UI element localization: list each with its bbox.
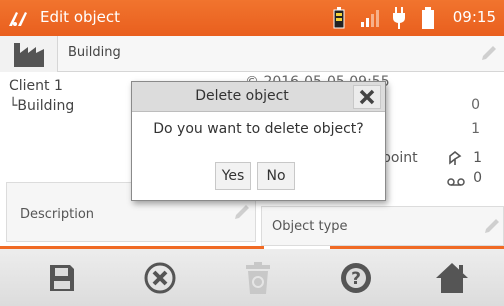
save-button[interactable] — [40, 257, 84, 299]
no-button[interactable]: No — [257, 162, 295, 190]
close-icon — [359, 89, 375, 105]
dialog-title: Delete object — [195, 88, 289, 104]
home-icon — [436, 263, 468, 293]
screen-title: Edit object — [40, 8, 121, 26]
edit-type-pencil-icon[interactable] — [483, 217, 501, 239]
recording-icon — [447, 172, 465, 191]
signal-icon — [360, 7, 380, 33]
device-battery-icon — [333, 7, 345, 33]
dialog-title-bar: Delete object — [132, 82, 385, 112]
tree-building[interactable]: └Building — [9, 98, 74, 114]
dialog-message: Do you want to delete object? — [153, 121, 364, 137]
status-bar: Edit object 09:15 — [0, 0, 504, 36]
edit-description-pencil-icon[interactable] — [233, 203, 251, 225]
power-plug-icon — [392, 7, 406, 33]
yes-button[interactable]: Yes — [215, 162, 251, 190]
measurement-point-count: 1 — [473, 150, 482, 166]
object-type-field[interactable]: Object type — [261, 206, 504, 246]
delete-icon — [246, 262, 270, 294]
tree-client[interactable]: Client 1 — [9, 78, 63, 94]
delete-object-dialog: Delete object Do you want to delete obje… — [131, 81, 386, 201]
object-count: 1 — [471, 121, 480, 137]
measurement-point-icon — [447, 150, 463, 170]
bottom-toolbar: ? — [0, 249, 504, 306]
home-button[interactable] — [430, 257, 474, 299]
cancel-icon — [144, 262, 176, 294]
cancel-button[interactable] — [138, 257, 182, 299]
object-type-label: Object type — [272, 219, 348, 234]
clock: 09:15 — [452, 8, 496, 26]
object-header: Building — [0, 36, 504, 72]
help-button[interactable]: ? — [334, 257, 378, 299]
object-name: Building — [68, 45, 121, 60]
subobject-count: 0 — [471, 97, 480, 113]
recording-count: 0 — [473, 170, 482, 186]
meter-probe-icon — [6, 6, 30, 30]
delete-button[interactable] — [236, 257, 280, 299]
help-icon: ? — [341, 263, 371, 293]
save-icon — [50, 265, 74, 291]
factory-icon — [14, 43, 44, 67]
object-type-button[interactable] — [0, 36, 58, 72]
svg-text:?: ? — [351, 269, 361, 289]
dialog-close-button[interactable] — [353, 85, 381, 109]
battery-icon — [422, 7, 434, 33]
description-label: Description — [20, 207, 95, 222]
edit-name-pencil-icon[interactable] — [480, 44, 498, 66]
